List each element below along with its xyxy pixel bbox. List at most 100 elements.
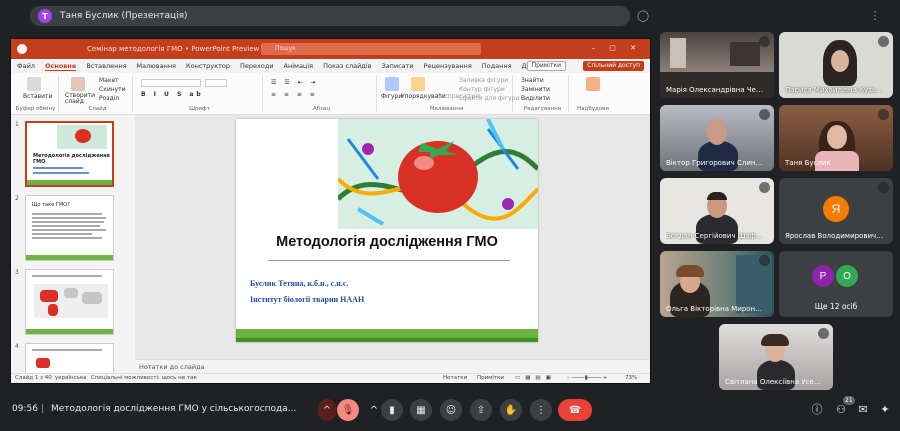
paragraph-align-buttons[interactable]: ≡ ≡ ≡ ≡ (271, 91, 318, 98)
select-button[interactable]: Виділити (521, 95, 550, 102)
participant-tile[interactable]: Таня Буслик (779, 105, 893, 171)
more-actions-icon[interactable]: ⋮ (530, 399, 552, 421)
thumb-line (32, 349, 102, 351)
thumb-title: Методологія дослідження ГМО (33, 153, 110, 165)
tab-record[interactable]: Записати (381, 62, 413, 70)
slides-group-label: Слайд (88, 106, 107, 112)
mic-off-icon[interactable]: 🎙 (337, 399, 359, 421)
comments-toggle[interactable]: Примітки (477, 375, 504, 381)
people-icon[interactable]: ⚇ (834, 403, 848, 417)
participant-name: Богдан Сергійович Шаферівський (666, 232, 766, 240)
shapes-icon[interactable] (385, 77, 399, 91)
tab-file[interactable]: Файл (17, 62, 35, 70)
self-view-tile[interactable]: Світлана Олексіївна Усенко (719, 324, 833, 390)
ribbon-group-font: B I U S ab Шрифт (137, 75, 263, 112)
shapes-button[interactable]: Фігури (381, 93, 402, 100)
slide-dark-green-bar (236, 338, 538, 342)
current-slide[interactable]: Методологія дослідження ГМО Буслик Тетян… (236, 119, 538, 342)
participant-tile[interactable]: Богдан Сергійович Шаферівський (660, 178, 774, 244)
font-name-field[interactable] (141, 79, 201, 87)
zoom-level[interactable]: 73% (625, 375, 637, 381)
muted-mic-icon (878, 36, 889, 47)
new-slide-label[interactable]: Створити слайд (65, 93, 97, 105)
font-size-field[interactable] (205, 79, 227, 87)
layout-button[interactable]: Макет (99, 77, 119, 84)
leave-call-icon[interactable]: ☎ (558, 399, 592, 421)
zoom-slider[interactable]: – ────▮──── + (567, 375, 607, 381)
emoji-icon[interactable]: ☺ (440, 399, 462, 421)
presenter-pill[interactable]: Т Таня Буслик (Презентація) (30, 6, 630, 26)
shape-outline-button[interactable]: Контур фігури (459, 86, 505, 93)
captions-icon[interactable]: ▦ (410, 399, 432, 421)
meeting-info-icon[interactable]: ⓘ (810, 403, 824, 417)
slide-green-bar (236, 329, 538, 338)
share-button[interactable]: Спільний доступ (583, 61, 644, 71)
arrange-icon[interactable] (411, 77, 425, 91)
shape-effects-button[interactable]: Ефекти для фігури (459, 95, 519, 102)
paste-label[interactable]: Вставити (23, 93, 52, 100)
addins-group-label[interactable]: Надбудови (573, 106, 613, 112)
chat-icon[interactable]: ✉ (856, 403, 870, 417)
tab-insert[interactable]: Вставлення (86, 62, 126, 70)
more-participants-tile[interactable]: Р О Ще 12 осіб (779, 251, 893, 317)
window-controls-icon[interactable]: – ▢ ✕ (592, 44, 642, 52)
activities-icon[interactable]: ✦ (878, 403, 892, 417)
tab-draw[interactable]: Малювання (137, 62, 176, 70)
tab-view[interactable]: Подання (482, 62, 512, 70)
new-slide-icon[interactable] (71, 77, 85, 91)
participant-tile[interactable]: Віктор Григорович Слинько (660, 105, 774, 171)
slide-thumbnail[interactable]: Що таке ГМО? (25, 195, 114, 261)
raise-hand-icon[interactable]: ✋ (500, 399, 522, 421)
powerpoint-search[interactable]: Пошук (261, 43, 481, 55)
slide-thumbnail[interactable] (25, 269, 114, 335)
slide-thumbnails: 1 Методологія дослідження ГМО 2 Що таке … (11, 115, 131, 373)
addins-icon[interactable] (586, 77, 600, 91)
camera-icon[interactable]: ▮ (381, 399, 403, 421)
video-options-chevron-icon[interactable]: ^ (366, 399, 382, 421)
ribbon-group-addins: Надбудови (573, 75, 613, 112)
notes-pane[interactable]: Нотатки до слайда (135, 359, 650, 373)
thumb-number: 2 (15, 195, 19, 202)
tab-home[interactable]: Основне (44, 62, 77, 71)
ribbon: Вставити Буфер обміну Створити слайд Мак… (11, 73, 650, 115)
pin-icon[interactable]: ◯ (636, 9, 650, 23)
paste-icon[interactable] (27, 77, 41, 91)
replace-button[interactable]: Замінити (521, 86, 550, 93)
top-bar: Т Таня Буслик (Презентація) ◯ ⋮ (0, 0, 900, 34)
shape-fill-button[interactable]: Заливка фігури (459, 77, 508, 84)
view-buttons-icon[interactable]: ▭▦▤▣ (515, 375, 556, 381)
slide-thumbnail[interactable]: Методологія дослідження ГМО (25, 121, 114, 187)
accessibility-status[interactable]: Спеціальні можливості: щось не так (91, 375, 197, 381)
font-format-buttons[interactable]: B I U S ab (141, 91, 204, 98)
language-status[interactable]: українська (55, 375, 87, 381)
reset-button[interactable]: Скинути (99, 86, 126, 93)
thumb-green-bar (26, 329, 113, 334)
tab-transitions[interactable]: Переходи (240, 62, 274, 70)
clock: 09:56 (12, 404, 38, 414)
thumb-line (32, 217, 106, 219)
present-screen-icon[interactable]: ⇧ (470, 399, 492, 421)
thumb-line (32, 229, 106, 231)
powerpoint-titlebar: Семінар методологія ГМО • PowerPoint Pre… (11, 39, 650, 59)
powerpoint-workspace: 1 Методологія дослідження ГМО 2 Що таке … (11, 115, 650, 373)
find-button[interactable]: Знайти (521, 77, 544, 84)
section-button[interactable]: Розділ (99, 95, 119, 102)
paragraph-list-buttons[interactable]: ☰ ☰ ⇤ ⇥ (271, 79, 319, 86)
participant-name: Віктор Григорович Слинько (666, 159, 766, 167)
tab-animations[interactable]: Анімація (284, 62, 314, 70)
slide-thumbnail[interactable] (25, 343, 114, 373)
tomato-dna-illustration (338, 119, 538, 229)
audio-options-chevron-icon[interactable]: ^ (318, 399, 336, 421)
participant-tile[interactable]: Лариса Михайлівна Кузьменко (779, 32, 893, 98)
tab-review[interactable]: Рецензування (424, 62, 472, 70)
more-options-icon[interactable]: ⋮ (868, 9, 882, 23)
tab-slideshow[interactable]: Показ слайдів (323, 62, 371, 70)
comments-button[interactable]: Примітки (526, 61, 566, 71)
notes-toggle[interactable]: Нотатки (443, 375, 467, 381)
participant-tile[interactable]: Я Ярослав Володимирович Глущенко (779, 178, 893, 244)
participant-tile[interactable]: Марія Олександрівна Чеченцева (660, 32, 774, 98)
ribbon-group-paragraph: ☰ ☰ ⇤ ⇥ ≡ ≡ ≡ ≡ Абзац (267, 75, 377, 112)
participant-tile[interactable]: Ольга Вікторівна Мироненко (660, 251, 774, 317)
presenter-label: Таня Буслик (Презентація) (60, 11, 188, 21)
tab-design[interactable]: Конструктор (186, 62, 230, 70)
